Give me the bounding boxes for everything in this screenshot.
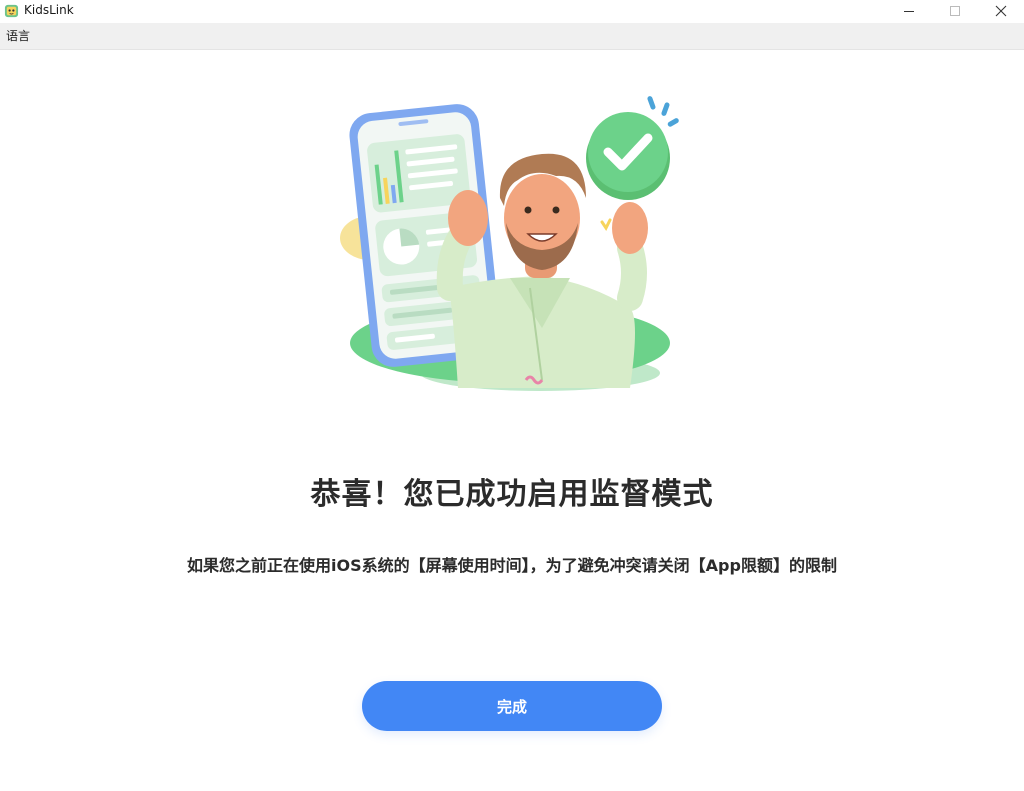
close-icon — [995, 5, 1007, 17]
minimize-icon — [904, 11, 914, 12]
window-title: KidsLink — [24, 3, 74, 17]
success-illustration — [340, 96, 679, 391]
done-button[interactable]: 完成 — [362, 681, 662, 731]
kidslink-app-icon — [4, 4, 19, 18]
minimize-button[interactable] — [886, 0, 932, 22]
app-window: KidsLink 语言 恭喜！您已成功启用监督模式 如果您之前正在使用iOS系统… — [0, 0, 1024, 791]
maximize-button[interactable] — [932, 0, 978, 22]
close-button[interactable] — [978, 0, 1024, 22]
instruction-text: 如果您之前正在使用iOS系统的【屏幕使用时间】，为了避免冲突请关闭【App限额】… — [187, 556, 837, 575]
page-title: 恭喜！您已成功启用监督模式 — [310, 477, 714, 512]
title-bar: KidsLink — [0, 0, 1024, 22]
menu-bar: 语言 — [0, 23, 1024, 50]
maximize-icon — [950, 6, 960, 16]
menu-item-language[interactable]: 语言 — [6, 29, 30, 43]
